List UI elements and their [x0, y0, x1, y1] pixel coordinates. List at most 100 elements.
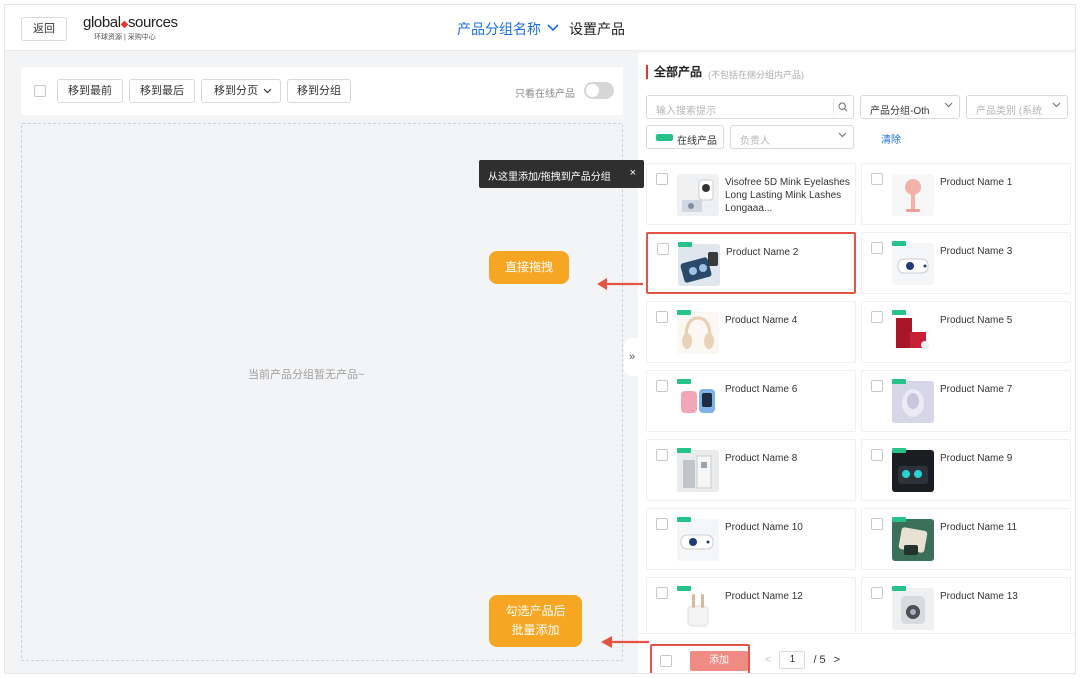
- all-products-panel: 全部产品 (不包括在侧分组内产品) 输入搜索提示 产品分组-Oth 产品类别 (…: [638, 53, 1075, 673]
- product-checkbox[interactable]: [656, 449, 668, 461]
- group-name[interactable]: 产品分组名称: [457, 19, 541, 39]
- drag-hint-arrow: [597, 278, 643, 290]
- product-thumbnail: [677, 450, 719, 492]
- batch-add-callout: 勾选产品后 批量添加: [489, 595, 582, 647]
- owner-filter[interactable]: 负责人: [730, 125, 854, 149]
- add-button[interactable]: 添加: [690, 651, 748, 671]
- online-badge: [892, 448, 906, 453]
- product-thumbnail: [892, 243, 934, 285]
- batch-add-group: 添加: [650, 644, 750, 673]
- product-checkbox[interactable]: [656, 311, 668, 323]
- product-card[interactable]: Product Name 4: [646, 301, 856, 363]
- move-to-group-button[interactable]: 移到分组: [287, 79, 351, 103]
- online-only-toggle[interactable]: [584, 82, 614, 99]
- product-name: Visofree 5D Mink Eyelashes Long Lasting …: [725, 177, 850, 214]
- product-card[interactable]: Product Name 9: [861, 439, 1071, 501]
- product-checkbox[interactable]: [871, 518, 883, 530]
- product-thumbnail: [677, 312, 719, 354]
- product-grid: Visofree 5D Mink Eyelashes Long Lasting …: [646, 163, 1074, 639]
- product-category-filter[interactable]: 产品类别 (系统: [966, 95, 1068, 119]
- clear-filters-link[interactable]: 清除: [881, 131, 901, 146]
- product-name: Product Name 13: [940, 591, 1018, 602]
- product-card-highlighted[interactable]: Product Name 2: [646, 232, 856, 294]
- product-card[interactable]: Product Name 12: [646, 577, 856, 639]
- product-card[interactable]: Product Name 6: [646, 370, 856, 432]
- product-checkbox[interactable]: [656, 173, 668, 185]
- product-checkbox[interactable]: [871, 242, 883, 254]
- panel-title: 全部产品: [646, 65, 702, 79]
- product-card[interactable]: Product Name 11: [861, 508, 1071, 570]
- online-badge: [677, 310, 691, 315]
- online-chip-label: 在线产品: [677, 136, 717, 147]
- product-name: Product Name 1: [940, 177, 1013, 188]
- search-input[interactable]: 输入搜索提示: [646, 95, 854, 119]
- search-icon[interactable]: [833, 99, 849, 115]
- move-to-page-dropdown[interactable]: 移到分页: [201, 79, 281, 103]
- product-checkbox[interactable]: [656, 587, 668, 599]
- search-placeholder: 输入搜索提示: [656, 106, 716, 117]
- product-card[interactable]: Product Name 1: [861, 163, 1071, 225]
- product-thumbnail: [677, 519, 719, 561]
- next-page-button[interactable]: >: [834, 654, 840, 666]
- chevron-down-icon[interactable]: [547, 23, 559, 35]
- product-checkbox[interactable]: [871, 449, 883, 461]
- select-all-products-checkbox[interactable]: [660, 655, 672, 667]
- product-card[interactable]: Product Name 3: [861, 232, 1071, 294]
- group-toolbar: 移到最前 移到最后 移到分页 移到分组 只看在线产品: [21, 67, 623, 115]
- product-name: Product Name 5: [940, 315, 1013, 326]
- product-checkbox[interactable]: [656, 380, 668, 392]
- online-products-filter-chip[interactable]: 在线产品: [646, 125, 724, 149]
- chevron-down-icon: [944, 100, 953, 111]
- product-thumbnail: [678, 244, 720, 286]
- product-name: Product Name 3: [940, 246, 1013, 257]
- page-total: / 5: [813, 654, 826, 666]
- product-name: Product Name 8: [725, 453, 798, 464]
- panel-subtitle: (不包括在侧分组内产品): [708, 70, 804, 80]
- product-thumbnail: [892, 588, 934, 630]
- online-only-label: 只看在线产品: [515, 89, 575, 100]
- online-badge: [892, 586, 906, 591]
- product-name: Product Name 7: [940, 384, 1013, 395]
- move-to-bottom-button[interactable]: 移到最后: [129, 79, 195, 103]
- chevron-down-icon: [838, 130, 847, 141]
- group-selector[interactable]: 产品分组名称 设置产品: [457, 19, 625, 39]
- batch-hint-line1: 勾选产品后: [505, 604, 566, 618]
- product-card[interactable]: Product Name 10: [646, 508, 856, 570]
- top-header: 返回 global◆sources 环球资源 | 采购中心 产品分组名称 设置产…: [5, 5, 1075, 51]
- batch-hint-line2: 批量添加: [511, 623, 560, 637]
- product-card[interactable]: Product Name 13: [861, 577, 1071, 639]
- toggle-knob: [586, 84, 599, 97]
- group-drop-zone[interactable]: 当前产品分组暂无产品~: [21, 123, 623, 661]
- page-input[interactable]: 1: [779, 651, 806, 669]
- product-group-filter-value: 产品分组-Oth: [870, 106, 930, 117]
- drag-hint-callout: 直接拖拽: [489, 251, 569, 284]
- move-to-top-button[interactable]: 移到最前: [57, 79, 123, 103]
- page-title: 设置产品: [569, 21, 625, 37]
- move-to-page-label: 移到分页: [214, 85, 258, 97]
- product-card[interactable]: Product Name 5: [861, 301, 1071, 363]
- chevron-down-icon: [1052, 100, 1061, 111]
- chevron-down-icon: [263, 80, 272, 102]
- product-checkbox[interactable]: [656, 518, 668, 530]
- owner-placeholder: 负责人: [740, 136, 770, 147]
- product-checkbox[interactable]: [871, 587, 883, 599]
- product-checkbox[interactable]: [871, 173, 883, 185]
- product-checkbox[interactable]: [871, 311, 883, 323]
- online-badge: [678, 242, 692, 247]
- back-button[interactable]: 返回: [21, 17, 67, 41]
- product-thumbnail: [892, 519, 934, 561]
- product-card[interactable]: Product Name 7: [861, 370, 1071, 432]
- product-checkbox[interactable]: [657, 243, 669, 255]
- product-group-filter[interactable]: 产品分组-Oth: [860, 95, 960, 119]
- product-card[interactable]: Visofree 5D Mink Eyelashes Long Lasting …: [646, 163, 856, 225]
- product-card[interactable]: Product Name 8: [646, 439, 856, 501]
- pagination: < 1 / 5 >: [765, 651, 840, 669]
- product-checkbox[interactable]: [871, 380, 883, 392]
- product-thumbnail: [677, 174, 719, 216]
- select-all-checkbox[interactable]: [34, 85, 46, 97]
- empty-state-text: 当前产品分组暂无产品~: [248, 369, 365, 381]
- close-icon[interactable]: ×: [630, 167, 636, 179]
- prev-page-button[interactable]: <: [765, 654, 771, 666]
- product-thumbnail: [892, 312, 934, 354]
- product-category-placeholder: 产品类别 (系统: [976, 106, 1043, 117]
